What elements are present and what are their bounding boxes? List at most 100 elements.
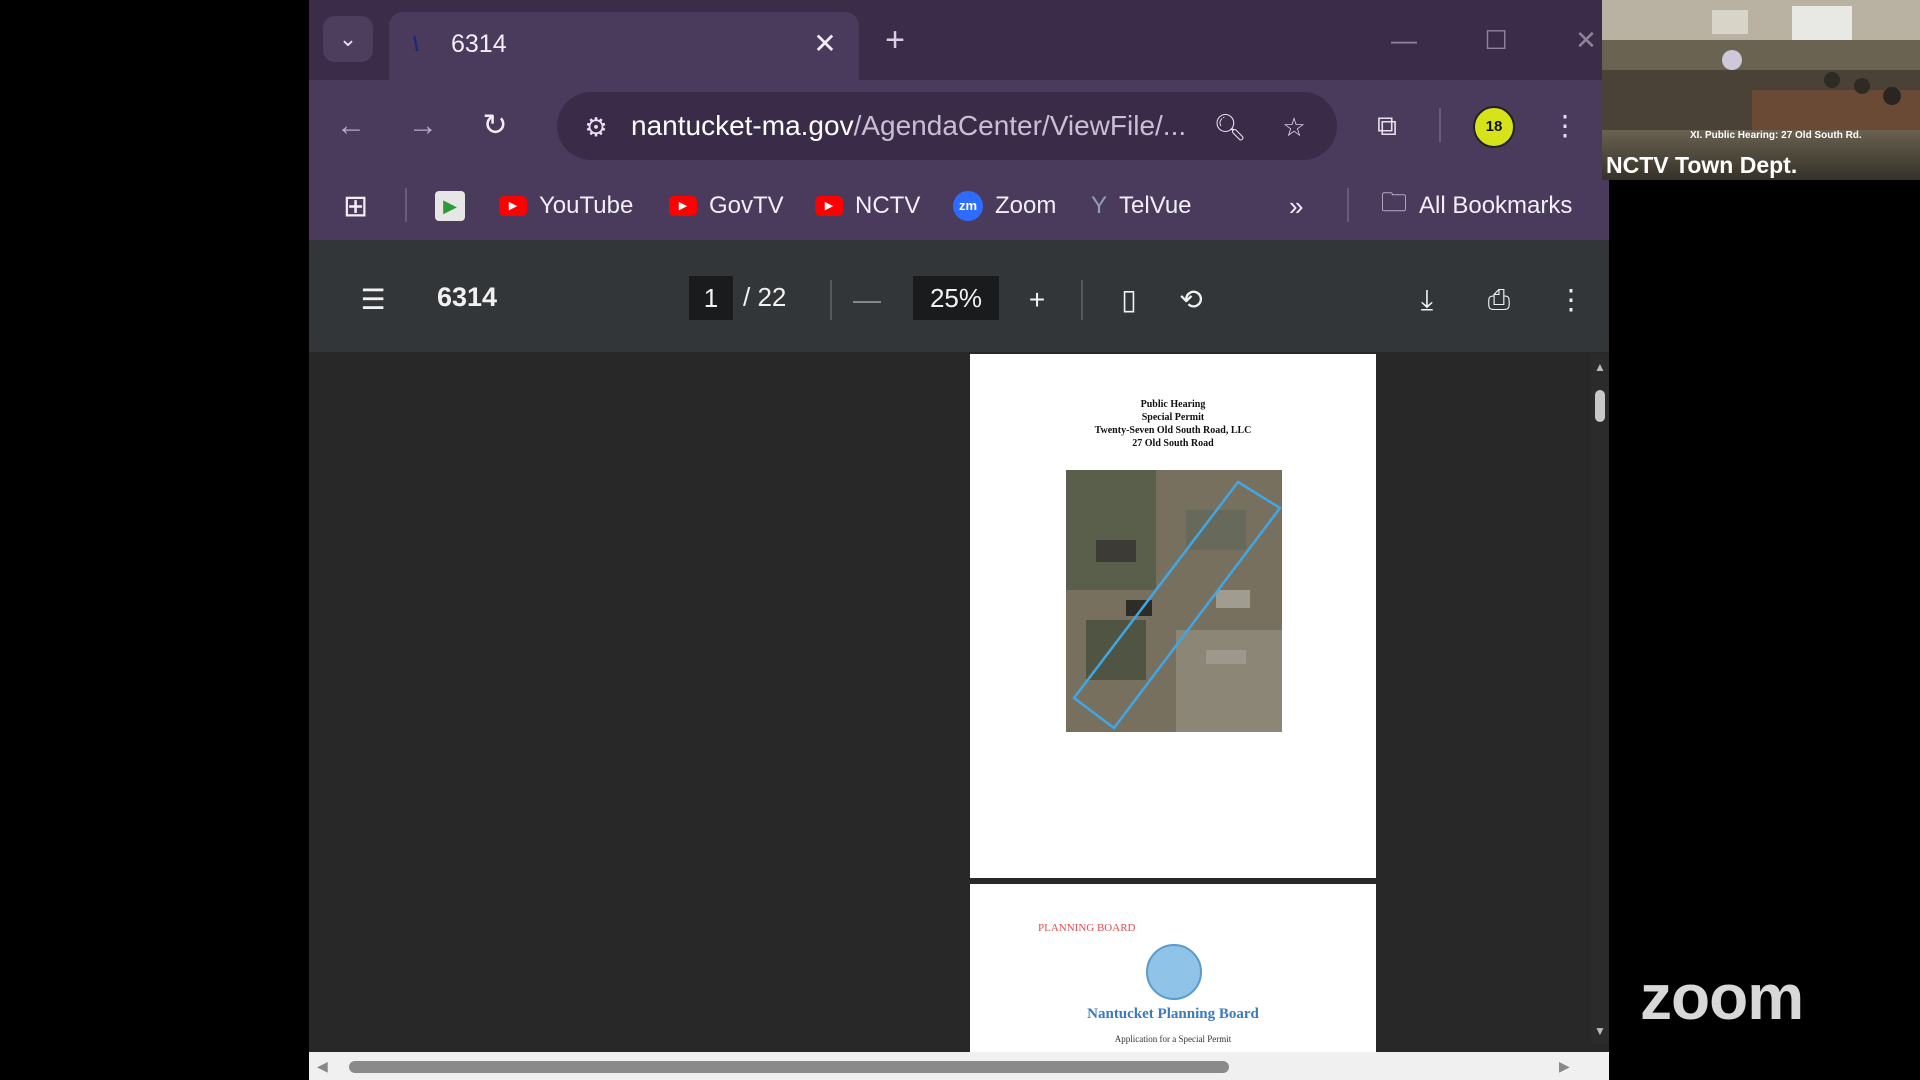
youtube-icon: ▶ <box>499 196 527 216</box>
download-icon: ⤓ <box>1420 284 1434 315</box>
double-chevron-right-icon: » <box>1289 190 1304 221</box>
fit-page-icon: ▯ <box>1121 284 1137 315</box>
bookmark-label: Zoom <box>995 192 1057 219</box>
toolbar-divider <box>830 280 832 320</box>
aerial-map-image <box>1066 470 1282 732</box>
reload-button[interactable]: ↻ <box>471 102 519 150</box>
participant-name: NCTV Town Dept. <box>1606 152 1798 178</box>
participant-video[interactable]: XI. Public Hearing: 27 Old South Rd. NCT… <box>1602 0 1920 180</box>
vertical-scrollbar[interactable]: ▲ ▼ <box>1591 354 1609 1044</box>
chevron-down-icon: ⌄ <box>338 26 358 51</box>
scroll-up-icon[interactable]: ▲ <box>1594 360 1606 374</box>
apps-grid-icon[interactable]: ⊞ <box>343 184 368 228</box>
url-text[interactable]: nantucket-ma.gov/AgendaCenter/ViewFile/.… <box>631 110 1186 142</box>
tab-search-button[interactable]: ⌄ <box>323 16 373 62</box>
bookmark-telvue[interactable]: Y TelVue <box>1091 184 1192 228</box>
url-host: nantucket-ma.gov <box>631 110 854 141</box>
bookmarks-bar: ⊞ ▶ ▶ YouTube ▶ GovTV ▶ NCTV zm Zoom Y T… <box>309 172 1609 241</box>
minimize-button[interactable]: — <box>1379 18 1429 62</box>
bookmark-label: TelVue <box>1119 192 1192 219</box>
video-lower-third: XI. Public Hearing: 27 Old South Rd. <box>1690 130 1862 141</box>
toolbar-divider <box>1081 280 1083 320</box>
close-icon: ✕ <box>1575 25 1597 55</box>
more-vertical-icon: ⋮ <box>1557 284 1585 315</box>
bookmark-label: YouTube <box>539 192 634 219</box>
zoom-icon: zm <box>953 191 983 221</box>
town-seal-icon <box>1146 944 1202 1000</box>
page2-title: Nantucket Planning Board <box>1087 1006 1259 1022</box>
forward-button[interactable]: → <box>399 102 447 150</box>
pdf-page-1: Public Hearing Special Permit Twenty-Sev… <box>970 354 1376 878</box>
pdf-viewport[interactable]: Public Hearing Special Permit Twenty-Sev… <box>309 352 1609 1080</box>
bookmark-nctv[interactable]: ▶ NCTV <box>815 184 920 228</box>
tab-active[interactable]: \ 6314 ✕ <box>389 12 859 80</box>
page2-subtitle: Application for a Special Permit <box>1114 1034 1232 1044</box>
bookmark-govtv[interactable]: ▶ GovTV <box>669 184 784 228</box>
bookmark-label: NCTV <box>855 192 921 219</box>
rotate-icon: ⟲ <box>1179 284 1203 315</box>
minus-icon: — <box>853 284 881 315</box>
close-icon: ✕ <box>813 28 837 59</box>
maximize-button[interactable]: ☐ <box>1471 18 1521 62</box>
browser-menu-icon[interactable]: ⋮ <box>1541 102 1589 150</box>
page-number-input[interactable]: 1 <box>689 276 733 320</box>
more-actions-button[interactable]: ⋮ <box>1549 278 1593 322</box>
download-button[interactable]: ⤓ <box>1405 278 1449 322</box>
bookmarks-divider <box>405 188 407 222</box>
profile-avatar[interactable]: 18 <box>1473 106 1515 148</box>
planning-board-stamp: PLANNING BOARD <box>1038 922 1136 934</box>
bookmark-star-icon[interactable]: ☆ <box>1273 106 1315 148</box>
browser-toolbar: ← → ↻ ⚙ nantucket-ma.gov/AgendaCenter/Vi… <box>309 80 1609 172</box>
maximize-icon: ☐ <box>1484 25 1508 55</box>
extensions-icon[interactable]: ⧉ <box>1363 102 1411 150</box>
arrow-left-icon: ← <box>336 109 366 142</box>
fit-page-button[interactable]: ▯ <box>1107 278 1151 322</box>
minimize-icon: — <box>1391 25 1417 55</box>
all-bookmarks-label: All Bookmarks <box>1419 192 1573 219</box>
reload-icon: ↻ <box>482 109 508 142</box>
telvue-icon: Y <box>1091 192 1108 219</box>
vertical-scroll-thumb[interactable] <box>1595 390 1605 422</box>
bookmark-zoom[interactable]: zm Zoom <box>953 184 1056 228</box>
zoom-in-button[interactable]: + <box>1015 278 1059 322</box>
zoom-page-icon[interactable]: 🔍︎ <box>1209 106 1251 148</box>
url-path: /AgendaCenter/ViewFile/... <box>853 110 1187 141</box>
bookmarks-divider <box>1347 188 1349 222</box>
tab-strip: ⌄ \ 6314 ✕ + — ☐ ✕ <box>309 0 1609 80</box>
plus-icon: + <box>1028 284 1046 315</box>
tab-title: 6314 <box>451 30 507 58</box>
folder-icon: 🗀 <box>1381 187 1408 217</box>
address-bar[interactable]: ⚙ nantucket-ma.gov/AgendaCenter/ViewFile… <box>557 92 1337 160</box>
zoom-out-button[interactable]: — <box>845 278 889 322</box>
plus-icon: + <box>885 21 905 59</box>
youtube-icon: ▶ <box>815 196 843 216</box>
toolbar-divider <box>1439 108 1441 142</box>
play-icon: ▶ <box>435 191 465 221</box>
print-button[interactable]: ⎙ <box>1477 278 1521 322</box>
arrow-right-icon: → <box>408 109 438 142</box>
menu-icon[interactable]: ☰ <box>351 278 395 322</box>
youtube-icon: ▶ <box>669 196 697 216</box>
back-button[interactable]: ← <box>327 102 375 150</box>
pdf-toolbar: ☰ 6314 1 / 22 — 25% + ▯ ⟲ ⤓ ⎙ ⋮ <box>309 240 1609 352</box>
more-bookmarks-button[interactable]: » <box>1289 184 1303 228</box>
bookmark-youtube[interactable]: ▶ YouTube <box>499 184 633 228</box>
scroll-right-icon[interactable]: ▶ <box>1559 1058 1570 1075</box>
bookmark-label: GovTV <box>709 192 784 219</box>
zoom-logo: zoom <box>1640 961 1804 1033</box>
all-bookmarks-button[interactable]: 🗀 All Bookmarks <box>1381 184 1572 228</box>
pdf-title: 6314 <box>437 282 498 312</box>
horizontal-scroll-thumb[interactable] <box>349 1061 1229 1073</box>
bookmark-play[interactable]: ▶ <box>435 184 477 228</box>
tab-favicon-icon: \ <box>413 34 419 56</box>
print-icon: ⎙ <box>1487 284 1511 315</box>
scroll-down-icon[interactable]: ▼ <box>1594 1024 1606 1038</box>
site-settings-icon[interactable]: ⚙ <box>575 106 617 148</box>
new-tab-button[interactable]: + <box>875 20 915 60</box>
zoom-level-input[interactable]: 25% <box>913 276 999 320</box>
close-tab-button[interactable]: ✕ <box>807 26 843 62</box>
scroll-left-icon[interactable]: ◀ <box>317 1058 328 1075</box>
rotate-button[interactable]: ⟲ <box>1169 278 1213 322</box>
pdf-page-2: PLANNING BOARD Nantucket Planning Board … <box>970 884 1376 1054</box>
horizontal-scrollbar[interactable]: ◀ ▶ <box>309 1052 1609 1080</box>
